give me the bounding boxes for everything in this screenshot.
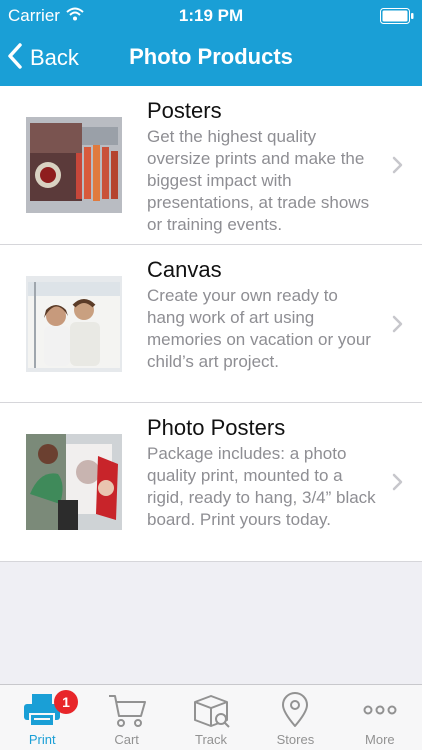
product-title: Canvas [147,257,222,282]
tab-label: Stores [276,732,315,747]
canvas-thumbnail [26,276,122,372]
screen: Carrier 1:19 PM Back Photo Products Post… [0,0,422,750]
tab-bar: Print 1 Cart Track Stores More [0,684,422,750]
product-description: Create your own ready to hang work of ar… [147,286,371,371]
status-bar: Carrier 1:19 PM [0,0,422,30]
product-description: Get the highest quality oversize prints … [147,127,370,234]
product-row-canvas[interactable]: Canvas Create your own ready to hang wor… [0,245,422,403]
tab-label: More [365,732,395,747]
product-row-photo-posters[interactable]: Photo Posters Package includes: a photo … [0,403,422,562]
nav-bar: Back Photo Products [0,30,422,86]
chevron-right-icon [392,315,404,333]
product-title: Posters [147,98,222,123]
product-title: Photo Posters [147,415,286,440]
photo-posters-thumbnail [26,434,122,530]
page-title: Photo Products [129,44,293,69]
tab-stores[interactable]: Stores [253,685,337,750]
product-description: Package includes: a photo quality print,… [147,444,376,529]
tab-label: Track [195,732,228,747]
tab-label: Cart [114,732,139,747]
posters-thumbnail [26,117,122,213]
product-row-posters[interactable]: Posters Get the highest quality oversize… [0,86,422,245]
tab-print[interactable]: Print 1 [0,685,84,750]
cart-count-badge: 1 [54,690,78,714]
chevron-right-icon [392,473,404,491]
package-icon [189,690,233,730]
status-time: 1:19 PM [178,6,244,25]
product-list: Posters Get the highest quality oversize… [0,86,422,562]
more-dots-icon [358,690,402,730]
battery-icon [380,8,414,24]
chevron-right-icon [392,156,404,174]
location-pin-icon [273,690,317,730]
tab-more[interactable]: More [338,685,422,750]
tab-cart[interactable]: Cart [84,685,168,750]
tab-track[interactable]: Track [169,685,253,750]
header: Carrier 1:19 PM Back Photo Products [0,0,422,86]
cart-icon [105,690,149,730]
tab-label: Print [28,732,56,747]
